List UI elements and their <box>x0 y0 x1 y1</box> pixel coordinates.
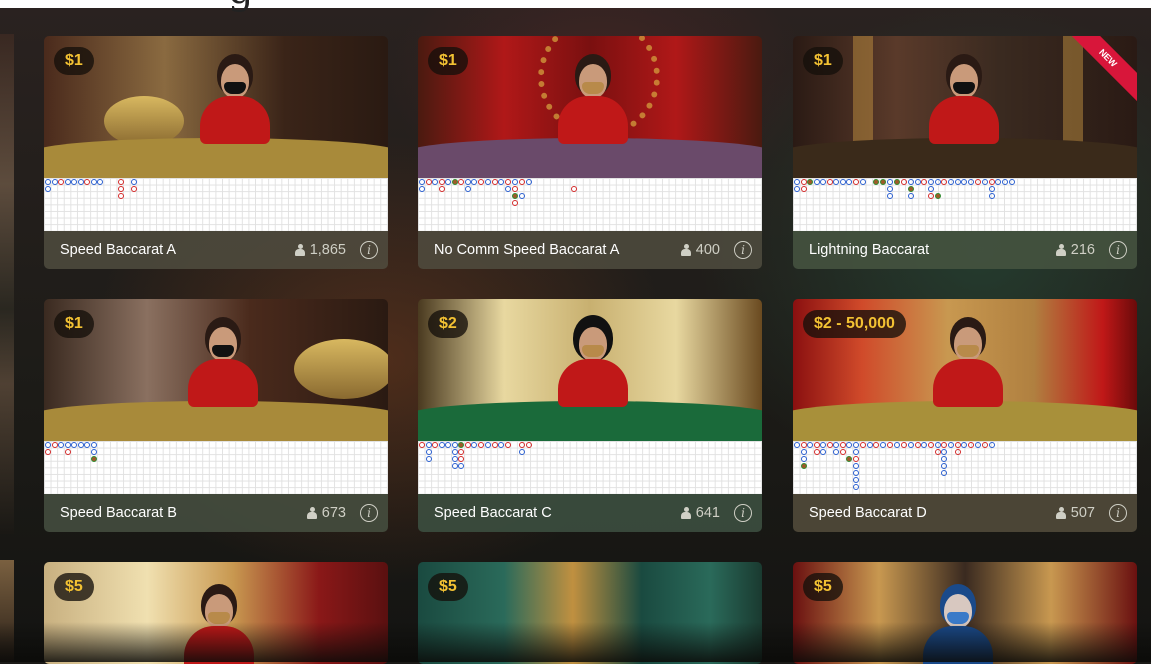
bet-limit-badge: $5 <box>803 573 843 601</box>
scoreboard-roadmap <box>44 441 388 494</box>
bet-limit-badge: $2 - 50,000 <box>803 310 906 338</box>
table-thumbnail[interactable]: $1 <box>44 299 388 441</box>
player-count: 673 <box>306 505 346 521</box>
tile-info-bar: Lightning Baccarat 216 i <box>793 231 1137 269</box>
left-partial-tile[interactable] <box>0 34 14 534</box>
game-name: Speed Baccarat A <box>60 242 177 258</box>
person-icon <box>680 244 691 256</box>
cropped-heading: g <box>228 0 254 10</box>
game-tile[interactable]: $2 Speed Baccarat C 641 i <box>418 299 762 532</box>
table-thumbnail[interactable]: $5 <box>44 562 388 664</box>
bet-limit-badge: $2 <box>428 310 468 338</box>
game-name: Speed Baccarat B <box>60 505 177 521</box>
game-tile[interactable]: $5 <box>793 562 1137 664</box>
person-icon <box>680 507 691 519</box>
game-tile[interactable]: $5 <box>44 562 388 664</box>
tile-info-bar: Speed Baccarat B 673 i <box>44 494 388 532</box>
tile-info-bar: No Comm Speed Baccarat A 400 i <box>418 231 762 269</box>
info-icon[interactable]: i <box>734 504 752 522</box>
scoreboard-roadmap <box>793 441 1137 494</box>
bet-limit-badge: $1 <box>428 47 468 75</box>
game-name: Speed Baccarat C <box>434 505 552 521</box>
game-tile[interactable]: $1 Speed Baccarat B 673 i <box>44 299 388 532</box>
game-name: Lightning Baccarat <box>809 242 930 258</box>
bet-limit-badge: $5 <box>428 573 468 601</box>
tile-info-bar: Speed Baccarat C 641 i <box>418 494 762 532</box>
info-icon[interactable]: i <box>360 504 378 522</box>
bet-limit-badge: $1 <box>54 47 94 75</box>
left-partial-tile-bottom[interactable] <box>0 560 14 662</box>
table-thumbnail[interactable]: $5 <box>418 562 762 664</box>
game-name: Speed Baccarat D <box>809 505 927 521</box>
tile-info-bar: Speed Baccarat D 507 i <box>793 494 1137 532</box>
player-count: 216 <box>1055 242 1095 258</box>
bet-limit-badge: $5 <box>54 573 94 601</box>
scoreboard-roadmap <box>44 178 388 231</box>
info-icon[interactable]: i <box>1109 504 1127 522</box>
scoreboard-roadmap <box>418 178 762 231</box>
person-icon <box>1055 244 1066 256</box>
person-icon <box>306 507 317 519</box>
player-count: 507 <box>1055 505 1095 521</box>
player-count: 400 <box>680 242 720 258</box>
game-name: No Comm Speed Baccarat A <box>434 242 620 258</box>
table-thumbnail[interactable]: $1 NEW <box>793 36 1137 178</box>
game-tile[interactable]: $1 NEW Lightning Baccarat 216 i <box>793 36 1137 269</box>
decor-column <box>853 36 873 146</box>
decor-column <box>1063 36 1083 146</box>
table-thumbnail[interactable]: $2 <box>418 299 762 441</box>
person-icon <box>1055 507 1066 519</box>
player-count: 1,865 <box>294 242 346 258</box>
info-icon[interactable]: i <box>360 241 378 259</box>
scoreboard-roadmap <box>418 441 762 494</box>
table-thumbnail[interactable]: $1 <box>418 36 762 178</box>
game-tile[interactable]: $1 Speed Baccarat A 1,865 i <box>44 36 388 269</box>
game-tile[interactable]: $2 - 50,000 Speed Baccarat D 507 i <box>793 299 1137 532</box>
scoreboard-roadmap <box>793 178 1137 231</box>
game-tile[interactable]: $1 No Comm Speed Baccarat A 400 i <box>418 36 762 269</box>
tile-info-bar: Speed Baccarat A 1,865 i <box>44 231 388 269</box>
top-crop-bar: g <box>0 0 1151 10</box>
table-thumbnail[interactable]: $5 <box>793 562 1137 664</box>
bet-limit-badge: $1 <box>54 310 94 338</box>
card-shoe-stand <box>294 339 388 399</box>
table-thumbnail[interactable]: $1 <box>44 36 388 178</box>
info-icon[interactable]: i <box>1109 241 1127 259</box>
player-count: 641 <box>680 505 720 521</box>
game-tile[interactable]: $5 <box>418 562 762 664</box>
bet-limit-badge: $1 <box>803 47 843 75</box>
info-icon[interactable]: i <box>734 241 752 259</box>
table-thumbnail[interactable]: $2 - 50,000 <box>793 299 1137 441</box>
person-icon <box>294 244 305 256</box>
